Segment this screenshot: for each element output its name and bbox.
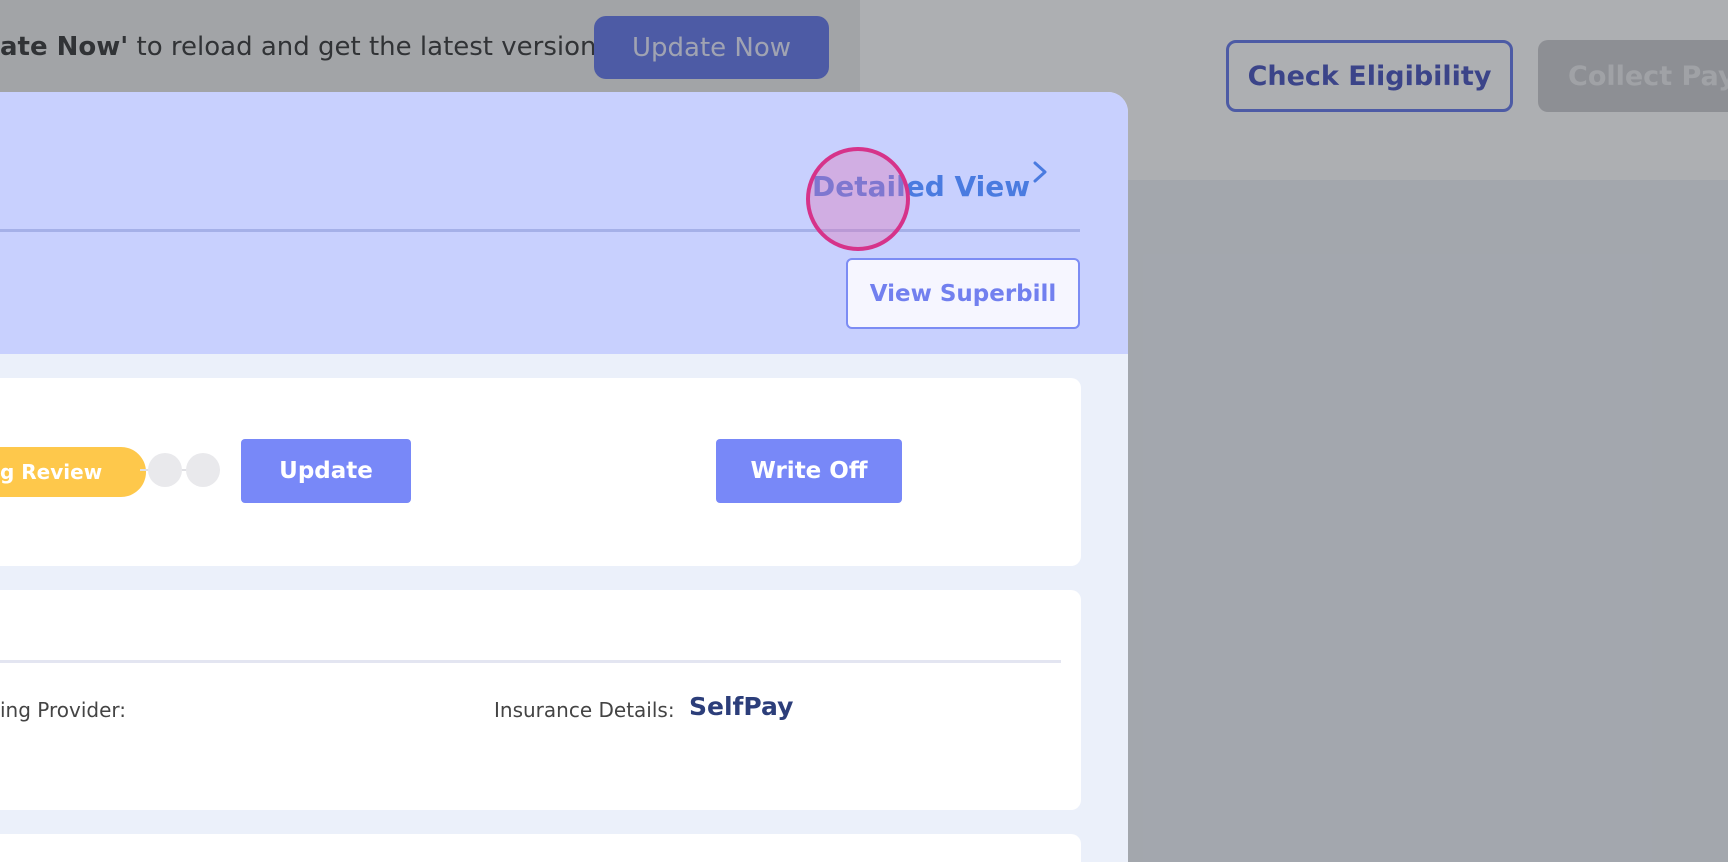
header-divider xyxy=(0,229,1080,232)
write-off-button[interactable]: Write Off xyxy=(716,439,902,503)
chevron-right-icon[interactable] xyxy=(1026,158,1054,186)
provider-label: ing Provider: xyxy=(0,698,127,722)
insurance-label: Insurance Details: xyxy=(494,698,675,722)
status-step-dot xyxy=(148,453,182,487)
drawer-header: Detailed View View Superbill xyxy=(0,92,1128,354)
update-button[interactable]: Update xyxy=(241,439,411,503)
details-divider xyxy=(0,660,1061,663)
next-card xyxy=(0,834,1081,862)
insurance-value: SelfPay xyxy=(689,692,794,721)
status-step-dot xyxy=(186,453,220,487)
claim-drawer: Detailed View View Superbill g Review Up… xyxy=(0,92,1128,862)
status-badge: g Review xyxy=(0,447,146,497)
details-card: ing Provider: Insurance Details: SelfPay xyxy=(0,590,1081,810)
click-indicator xyxy=(806,147,910,251)
view-superbill-button[interactable]: View Superbill xyxy=(846,258,1080,329)
status-card: g Review Update Write Off xyxy=(0,378,1081,566)
